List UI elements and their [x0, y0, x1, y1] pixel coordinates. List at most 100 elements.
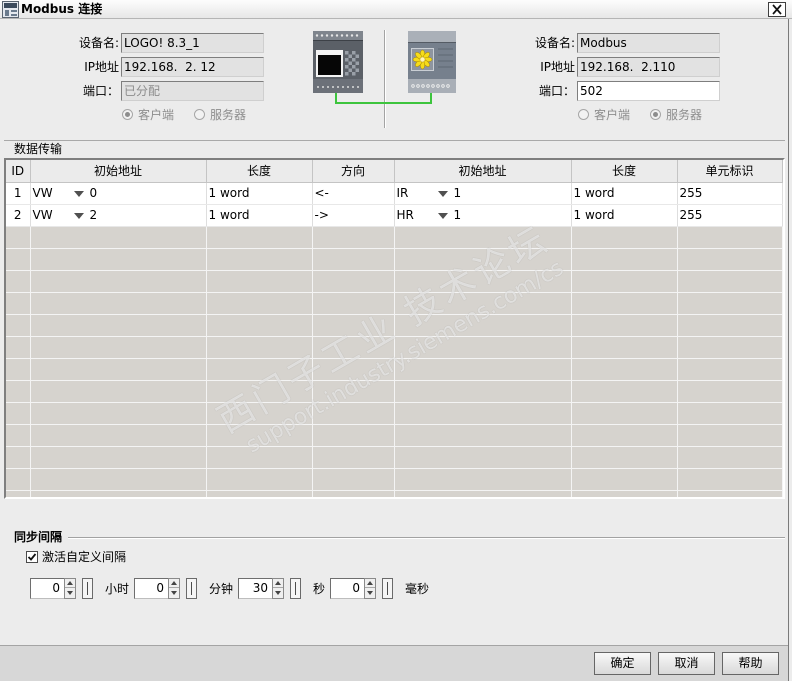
empty-cell[interactable] [571, 446, 678, 469]
local-start-address-cell[interactable]: VW 2 [30, 204, 207, 227]
empty-cell[interactable] [206, 336, 313, 359]
empty-table-row[interactable] [6, 226, 783, 249]
remote-length-cell[interactable]: 1 word [571, 182, 678, 205]
empty-cell[interactable] [206, 292, 313, 315]
empty-cell[interactable] [312, 292, 395, 315]
empty-cell[interactable] [394, 248, 572, 271]
empty-cell[interactable] [571, 424, 678, 447]
empty-cell[interactable] [206, 226, 313, 249]
empty-cell[interactable] [30, 270, 207, 293]
spin-down-icon[interactable] [365, 589, 375, 598]
empty-table-row[interactable] [6, 292, 783, 315]
row-id-cell[interactable]: 2 [6, 204, 31, 227]
empty-cell[interactable] [206, 424, 313, 447]
empty-cell[interactable] [30, 336, 207, 359]
help-button[interactable]: 帮助 [722, 652, 779, 675]
empty-cell[interactable] [394, 292, 572, 315]
direction-cell[interactable]: <- [312, 182, 395, 205]
empty-cell[interactable] [571, 380, 678, 403]
empty-cell[interactable] [571, 402, 678, 425]
empty-cell[interactable] [6, 402, 31, 425]
empty-cell[interactable] [6, 424, 31, 447]
empty-cell[interactable] [6, 490, 31, 497]
empty-cell[interactable] [571, 248, 678, 271]
empty-table-row[interactable] [6, 358, 783, 381]
empty-cell[interactable] [677, 270, 783, 293]
empty-cell[interactable] [30, 292, 207, 315]
spin-down-icon[interactable] [65, 589, 75, 598]
empty-cell[interactable] [312, 336, 395, 359]
empty-cell[interactable] [6, 446, 31, 469]
empty-cell[interactable] [30, 314, 207, 337]
empty-cell[interactable] [571, 468, 678, 491]
hours-slider-thumb[interactable] [82, 578, 93, 599]
empty-cell[interactable] [677, 336, 783, 359]
empty-cell[interactable] [312, 380, 395, 403]
empty-cell[interactable] [312, 358, 395, 381]
empty-cell[interactable] [30, 446, 207, 469]
empty-cell[interactable] [394, 380, 572, 403]
empty-cell[interactable] [206, 446, 313, 469]
empty-cell[interactable] [206, 270, 313, 293]
table-row[interactable]: 2 VW 2 1 word -> HR 1 1 word 255 [6, 204, 783, 227]
empty-table-row[interactable] [6, 314, 783, 337]
spin-down-icon[interactable] [273, 589, 283, 598]
unit-id-cell[interactable]: 255 [677, 204, 783, 227]
empty-table-row[interactable] [6, 402, 783, 425]
remote-length-cell[interactable]: 1 word [571, 204, 678, 227]
dropdown-arrow-icon[interactable] [437, 190, 448, 197]
empty-cell[interactable] [206, 248, 313, 271]
empty-table-row[interactable] [6, 336, 783, 359]
empty-cell[interactable] [394, 336, 572, 359]
local-length-cell[interactable]: 1 word [206, 182, 313, 205]
empty-cell[interactable] [394, 314, 572, 337]
spin-down-icon[interactable] [169, 589, 179, 598]
empty-cell[interactable] [206, 314, 313, 337]
direction-cell[interactable]: -> [312, 204, 395, 227]
empty-cell[interactable] [6, 248, 31, 271]
empty-cell[interactable] [394, 468, 572, 491]
spin-up-icon[interactable] [273, 579, 283, 588]
empty-cell[interactable] [312, 314, 395, 337]
empty-cell[interactable] [6, 380, 31, 403]
empty-cell[interactable] [571, 292, 678, 315]
milliseconds-slider-thumb[interactable] [382, 578, 393, 599]
empty-cell[interactable] [6, 292, 31, 315]
empty-cell[interactable] [394, 226, 572, 249]
close-button[interactable] [768, 2, 786, 17]
empty-cell[interactable] [6, 270, 31, 293]
empty-table-row[interactable] [6, 248, 783, 271]
empty-cell[interactable] [30, 358, 207, 381]
table-row[interactable]: 1 VW 0 1 word <- IR 1 1 word 255 [6, 182, 783, 205]
spin-up-icon[interactable] [365, 579, 375, 588]
empty-cell[interactable] [30, 380, 207, 403]
seconds-slider-thumb[interactable] [290, 578, 301, 599]
minutes-slider-thumb[interactable] [186, 578, 197, 599]
local-length-cell[interactable]: 1 word [206, 204, 313, 227]
empty-table-row[interactable] [6, 380, 783, 403]
remote-start-address-cell[interactable]: IR 1 [394, 182, 572, 205]
empty-cell[interactable] [6, 358, 31, 381]
empty-cell[interactable] [30, 402, 207, 425]
empty-cell[interactable] [30, 226, 207, 249]
empty-cell[interactable] [394, 424, 572, 447]
empty-cell[interactable] [6, 314, 31, 337]
empty-cell[interactable] [394, 270, 572, 293]
empty-cell[interactable] [394, 446, 572, 469]
empty-cell[interactable] [30, 490, 207, 497]
empty-cell[interactable] [6, 468, 31, 491]
empty-cell[interactable] [30, 248, 207, 271]
empty-cell[interactable] [677, 358, 783, 381]
empty-cell[interactable] [206, 358, 313, 381]
empty-cell[interactable] [206, 380, 313, 403]
empty-cell[interactable] [6, 336, 31, 359]
remote-start-address-cell[interactable]: HR 1 [394, 204, 572, 227]
empty-cell[interactable] [571, 314, 678, 337]
remote-port-field[interactable]: 502 [577, 81, 720, 101]
ok-button[interactable]: 确定 [594, 652, 651, 675]
empty-cell[interactable] [571, 336, 678, 359]
empty-cell[interactable] [677, 446, 783, 469]
seconds-input[interactable]: 30 [238, 578, 273, 599]
unit-id-cell[interactable]: 255 [677, 182, 783, 205]
empty-table-row[interactable] [6, 490, 783, 497]
